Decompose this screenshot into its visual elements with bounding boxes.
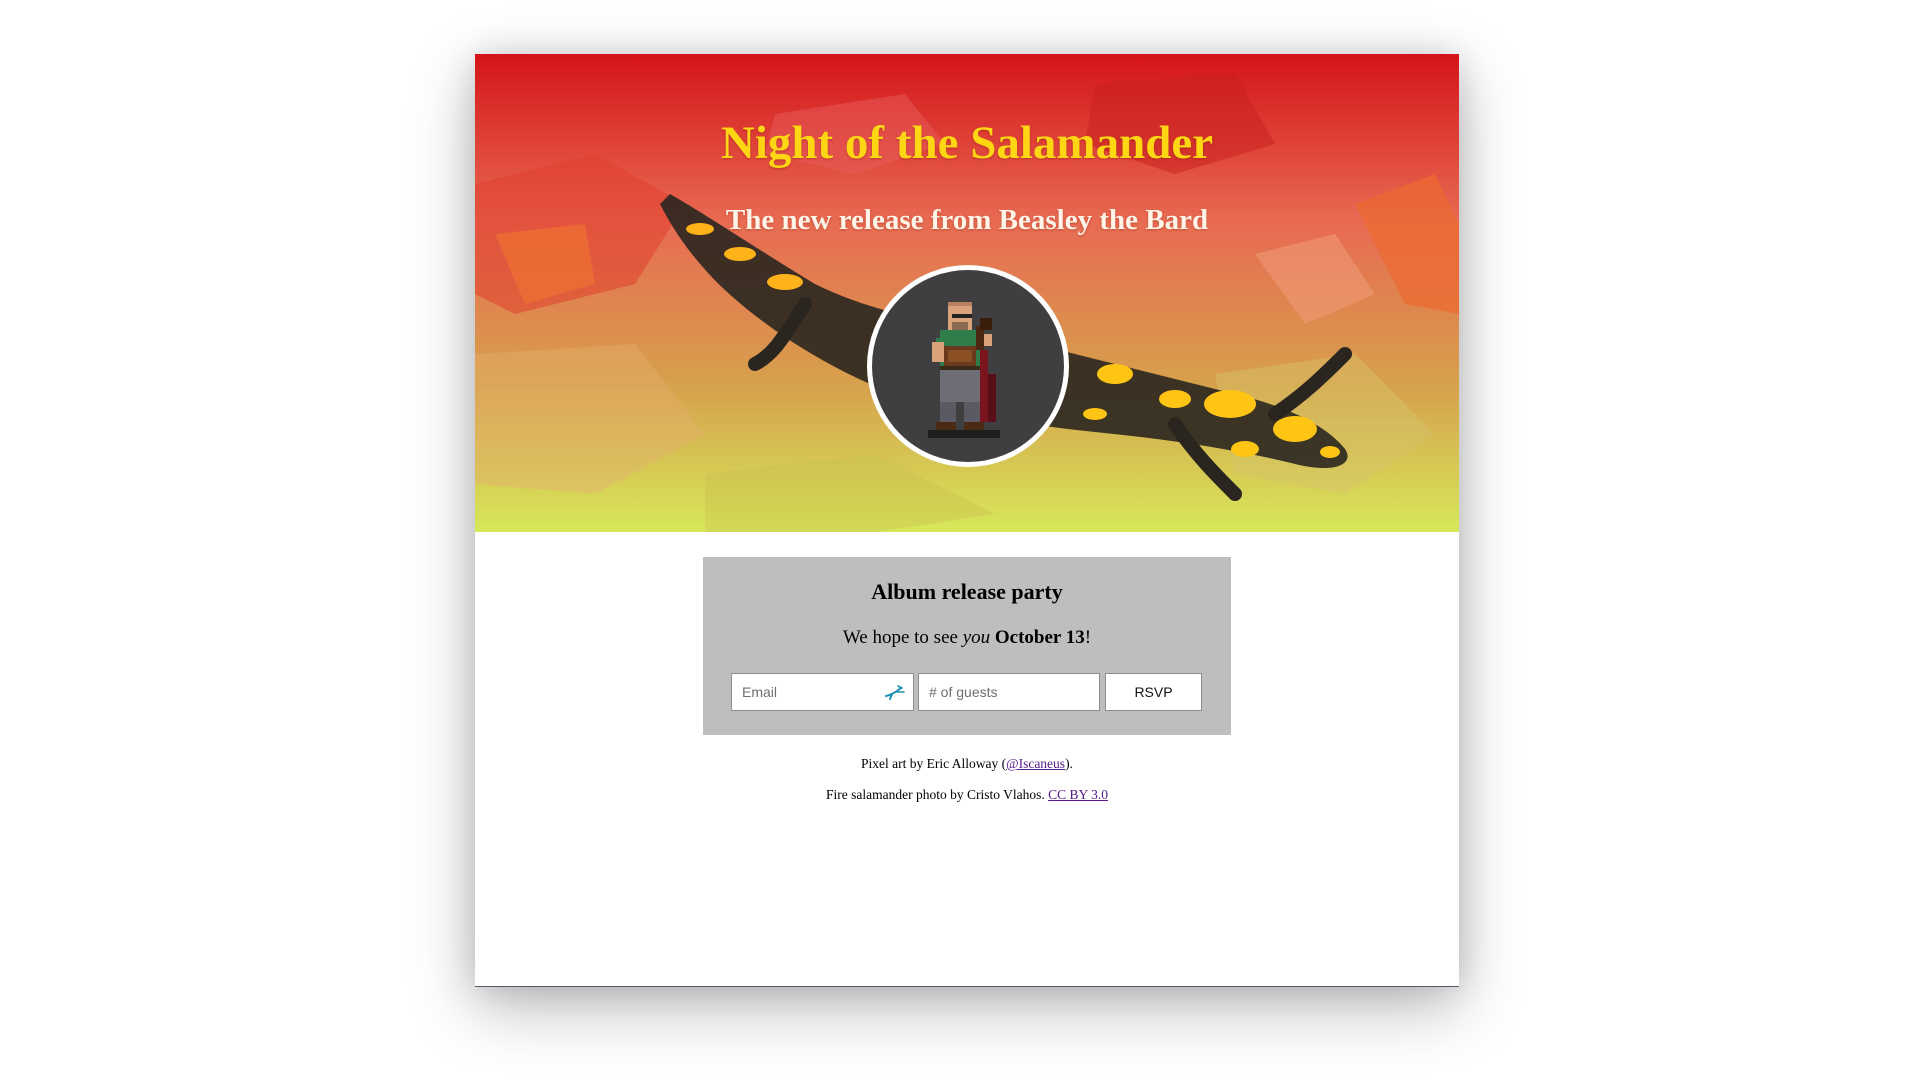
avatar (867, 265, 1069, 467)
page-title: Night of the Salamander (720, 117, 1214, 169)
pixel-art-credit-text: Pixel art by Eric Alloway ( (861, 756, 1007, 771)
invite-text-emphasis: you (962, 627, 991, 648)
pixel-art-credit-suffix: ). (1065, 756, 1073, 771)
pixel-art-artist-link[interactable]: @Iscaneus (1006, 756, 1065, 771)
pixel-art-credit: Pixel art by Eric Alloway (@Iscaneus). (475, 756, 1459, 772)
invite-text-end: ! (1084, 627, 1092, 648)
event-date: October 13 (994, 627, 1085, 648)
license-link[interactable]: CC BY 3.0 (1048, 787, 1108, 802)
card-heading: Album release party (871, 579, 1063, 604)
guests-field[interactable] (918, 673, 1100, 711)
release-party-card: Album release party We hope to see you O… (703, 557, 1231, 735)
hero-banner: Night of the Salamander The new release … (475, 54, 1459, 532)
browser-viewport: Night of the Salamander The new release … (475, 54, 1459, 987)
photo-credit: Fire salamander photo by Cristo Vlahos. … (475, 787, 1459, 803)
page-subtitle: The new release from Beasley the Bard (725, 204, 1209, 236)
bard-pixel-art-icon (928, 302, 1000, 438)
photo-credit-text: Fire salamander photo by Cristo Vlahos. (826, 787, 1049, 802)
password-autofill-icon[interactable] (884, 682, 906, 702)
invite-text-start: We hope to see (842, 627, 963, 648)
invite-text: We hope to see you October 13! (703, 627, 1231, 649)
rsvp-button[interactable]: RSVP (1105, 673, 1202, 711)
